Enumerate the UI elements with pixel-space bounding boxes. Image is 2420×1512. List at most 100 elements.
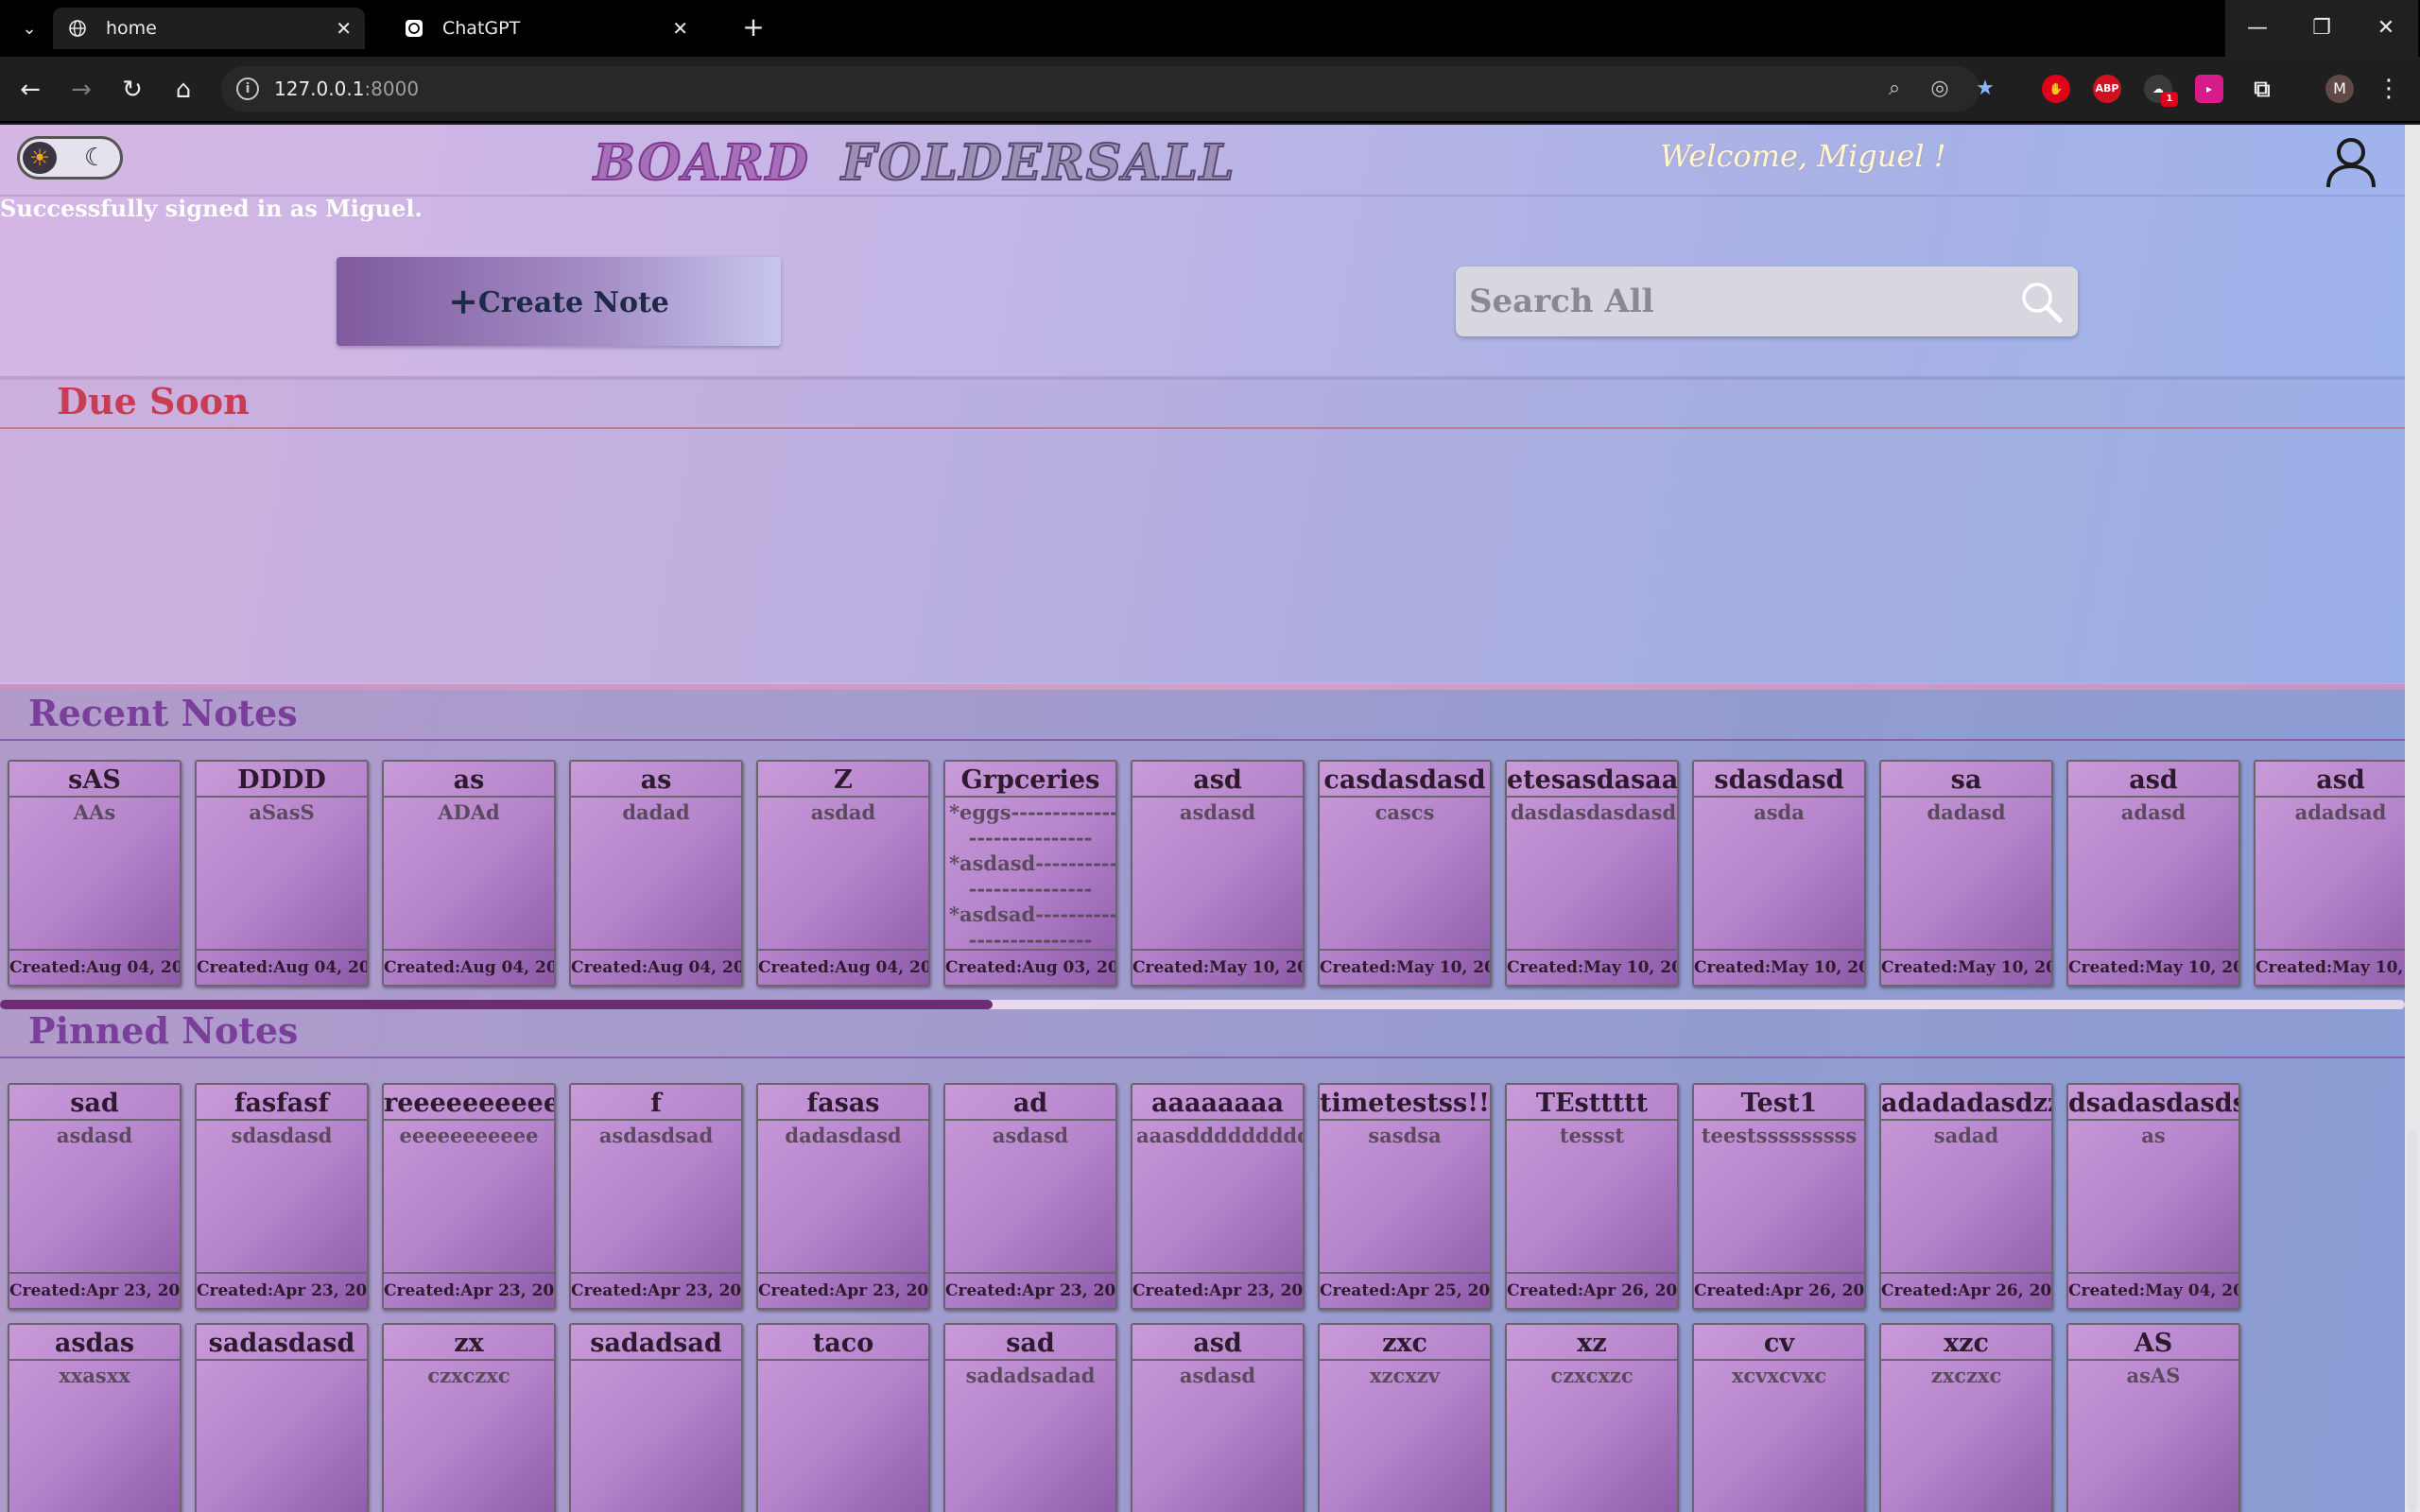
note-card[interactable]: asdadadsad Created:May 10, 2024 (2254, 760, 2405, 987)
nav-board-link[interactable]: BOARD (593, 133, 810, 193)
note-card[interactable]: taco (756, 1323, 930, 1512)
note-created-date: Created:Aug 04, 2024 (758, 949, 928, 985)
note-card[interactable]: Zasdad Created:Aug 04, 2024 (756, 760, 930, 987)
note-body-line: xzcxzv (1370, 1364, 1440, 1387)
tab-chatgpt[interactable]: ChatGPT ✕ (389, 8, 701, 49)
close-window-button[interactable]: ✕ (2354, 0, 2418, 57)
note-card[interactable]: f asdasdsad Created:Apr 23, 2024 (569, 1083, 743, 1310)
tab-home[interactable]: home ✕ (53, 8, 365, 49)
note-card[interactable]: Grpceries *eggs-------------- ------------… (943, 760, 1117, 987)
note-created-date: Created:Apr 23, 2024 (1132, 1272, 1303, 1308)
note-title: AS (2068, 1325, 2238, 1361)
note-card[interactable]: adadadasdzz sadad Created:Apr 26, 2024 (1879, 1083, 2053, 1310)
reload-icon[interactable]: ↻ (115, 73, 149, 107)
note-created-date: Created:May 10, 2024 (1320, 949, 1490, 985)
recent-top-divider (0, 684, 2405, 690)
note-body-line: --------------- (968, 826, 1093, 850)
site-info-icon[interactable]: i (236, 77, 259, 100)
extension-tag-icon[interactable]: ▸ (2195, 75, 2223, 103)
recent-notes-scroll-thumb[interactable] (0, 1000, 993, 1009)
close-tab-icon[interactable]: ✕ (672, 8, 688, 49)
new-tab-button[interactable]: + (737, 11, 769, 43)
note-card[interactable]: ad asdasd Created:Apr 23, 2024 (943, 1083, 1117, 1310)
note-body: adasd (2068, 798, 2238, 825)
home-icon[interactable]: ⌂ (166, 73, 200, 107)
note-card[interactable]: sdasdasdasda Created:May 10, 2024 (1692, 760, 1866, 987)
note-created-date: Created:Apr 23, 2024 (9, 1272, 180, 1308)
page-scroll-thumb[interactable] (2408, 1130, 2417, 1512)
extension-badge-icon[interactable]: ☁ 1 (2144, 75, 2178, 107)
note-card[interactable]: sad sadadsadad (943, 1323, 1117, 1512)
recent-notes-scrollbar[interactable] (0, 1000, 2405, 1009)
note-card[interactable]: cv xcvxcvxc (1692, 1323, 1866, 1512)
note-title: TEsttttt (1507, 1085, 1677, 1121)
note-card[interactable]: sASAAs Created:Aug 04, 2024 (8, 760, 182, 987)
note-card[interactable]: asdasdasd Created:May 10, 2024 (1131, 760, 1305, 987)
note-card[interactable]: dsadasdasdsa as Created:May 04, 2024 (2066, 1083, 2240, 1310)
note-body-line: asdasd (992, 1124, 1069, 1147)
recent-notes-list: sASAAs Created:Aug 04, 2024 DDDDaSasS Creat… (8, 760, 2405, 987)
note-body-line: sdasdasd (231, 1124, 333, 1147)
note-card[interactable]: asd asdasd (1131, 1323, 1305, 1512)
note-card[interactable]: sad asdasd Created:Apr 23, 2024 (8, 1083, 182, 1310)
screenshot-lens-icon[interactable]: ◎ (1927, 76, 1953, 102)
note-title: asd (2256, 762, 2405, 798)
bookmark-star-icon[interactable]: ★ (1972, 76, 1998, 102)
note-card[interactable]: zx czxczxc (382, 1323, 556, 1512)
search-icon[interactable] (2017, 278, 2065, 325)
forward-arrow-icon[interactable]: → (64, 73, 98, 107)
note-card[interactable]: timetestss!!!1 sasdsa Created:Apr 25, 2024 (1318, 1083, 1492, 1310)
note-body-line: xxasxx (59, 1364, 130, 1387)
note-card[interactable]: casdasdasdcascs Created:May 10, 2024 (1318, 760, 1492, 987)
note-card[interactable]: asADAd Created:Aug 04, 2024 (382, 760, 556, 987)
note-card[interactable]: AS asAS (2066, 1323, 2240, 1512)
tab-search-chevron-icon[interactable]: ⌄ (13, 13, 45, 45)
close-tab-icon[interactable]: ✕ (336, 8, 352, 49)
note-card[interactable]: zxc xzcxzv (1318, 1323, 1492, 1512)
note-title: casdasdasd (1320, 762, 1490, 798)
note-card[interactable]: DDDDaSasS Created:Aug 04, 2024 (195, 760, 369, 987)
note-body: dadasd (1881, 798, 2051, 825)
note-card[interactable]: sadasdasd (195, 1323, 369, 1512)
browser-menu-icon[interactable]: ⋮ (2375, 70, 2403, 108)
note-title: Grpceries (945, 762, 1115, 798)
zoom-icon[interactable]: ⌕ (1881, 76, 1908, 102)
note-card[interactable]: Test1 teestsssssssss Created:Apr 26, 2024 (1692, 1083, 1866, 1310)
note-card[interactable]: xzc zxczxc (1879, 1323, 2053, 1512)
note-card[interactable]: asdadad Created:Aug 04, 2024 (569, 760, 743, 987)
note-card[interactable]: etesasdasaa dasdasdasdasda Created:May 10,… (1505, 760, 1679, 987)
user-account-icon[interactable] (2325, 136, 2377, 189)
extensions-puzzle-icon[interactable]: ⧉ (2248, 75, 2276, 103)
note-title: as (571, 762, 741, 798)
extension-hand-icon[interactable]: ✋ (2042, 75, 2070, 103)
pinned-notes-list-row-2: asdas xxasxx sadasdasd zx czxczxc sadadsad tac… (8, 1323, 2240, 1512)
note-body-line: dadasd (1927, 800, 2006, 824)
address-bar[interactable]: i 127.0.0.1:8000 ⌕ ◎ ★ (221, 66, 1995, 112)
note-card[interactable]: asdadasd Created:May 10, 2024 (2066, 760, 2240, 987)
page-scrollbar[interactable] (2405, 125, 2420, 1512)
minimize-window-button[interactable]: — (2225, 0, 2290, 57)
chatgpt-icon (405, 19, 424, 38)
note-body-line: sadad (1933, 1124, 1999, 1147)
note-card[interactable]: sadadsad (569, 1323, 743, 1512)
create-note-button[interactable]: +Create Note (337, 257, 781, 346)
note-card[interactable]: aaaaaaaa aaasdddddddddd Created:Apr 23, 20… (1131, 1083, 1305, 1310)
note-card[interactable]: reeeeeeeeeea eeeeeeeeeee Created:Apr 23, 2… (382, 1083, 556, 1310)
note-card[interactable]: fasfasf sdasdasd Created:Apr 23, 2024 (195, 1083, 369, 1310)
note-card[interactable]: TEsttttt tessst Created:Apr 26, 2024 (1505, 1083, 1679, 1310)
adblock-extension-icon[interactable]: ABP (2093, 75, 2121, 103)
restore-window-button[interactable]: ❐ (2290, 0, 2354, 57)
profile-avatar[interactable]: M (2325, 75, 2354, 103)
extension-badge-count: 1 (2161, 92, 2178, 107)
note-title: sadadsad (571, 1325, 741, 1361)
nav-folders-link[interactable]: FOLDERS (840, 133, 1123, 193)
note-card[interactable]: fasas dadasdasd Created:Apr 23, 2024 (756, 1083, 930, 1310)
note-card[interactable]: sadadasd Created:May 10, 2024 (1879, 760, 2053, 987)
search-input[interactable] (1469, 266, 1998, 336)
back-arrow-icon[interactable]: ← (13, 73, 47, 107)
theme-toggle[interactable]: ☀ ☾ (17, 136, 123, 180)
nav-all-link[interactable]: ALL (1122, 133, 1236, 193)
note-body: asdasd (1132, 798, 1303, 825)
note-card[interactable]: asdas xxasxx (8, 1323, 182, 1512)
note-card[interactable]: xz czxcxzc (1505, 1323, 1679, 1512)
